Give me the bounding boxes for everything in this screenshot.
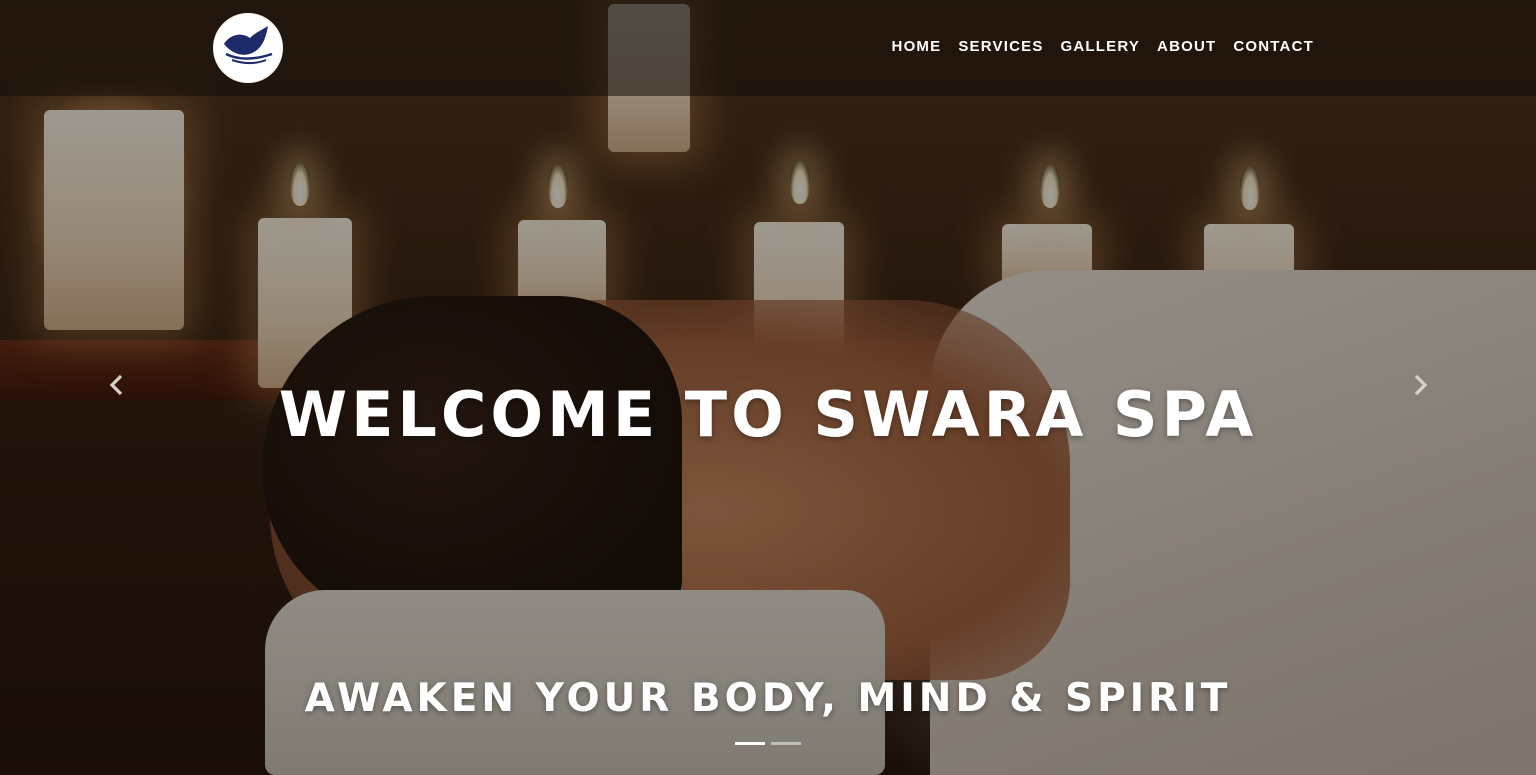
main-nav: HOME SERVICES GALLERY ABOUT CONTACT: [892, 38, 1314, 55]
nav-home[interactable]: HOME: [892, 38, 942, 55]
nav-contact[interactable]: CONTACT: [1233, 38, 1314, 55]
carousel-indicator-1[interactable]: [735, 742, 765, 745]
hero-title: WELCOME TO SWARA SPA: [278, 378, 1258, 451]
nav-gallery[interactable]: GALLERY: [1061, 38, 1141, 55]
feather-leaf-icon: [220, 24, 276, 72]
carousel-indicator-2[interactable]: [771, 742, 801, 745]
brand-logo[interactable]: [213, 13, 283, 83]
nav-services[interactable]: SERVICES: [958, 38, 1043, 55]
hero-subtitle: AWAKEN YOUR BODY, MIND & SPIRIT: [304, 676, 1232, 721]
nav-about[interactable]: ABOUT: [1157, 38, 1216, 55]
carousel-indicators: [735, 742, 801, 745]
hero-carousel: WELCOME TO SWARA SPA AWAKEN YOUR BODY, M…: [0, 0, 1536, 775]
top-navbar: HOME SERVICES GALLERY ABOUT CONTACT: [0, 0, 1536, 96]
